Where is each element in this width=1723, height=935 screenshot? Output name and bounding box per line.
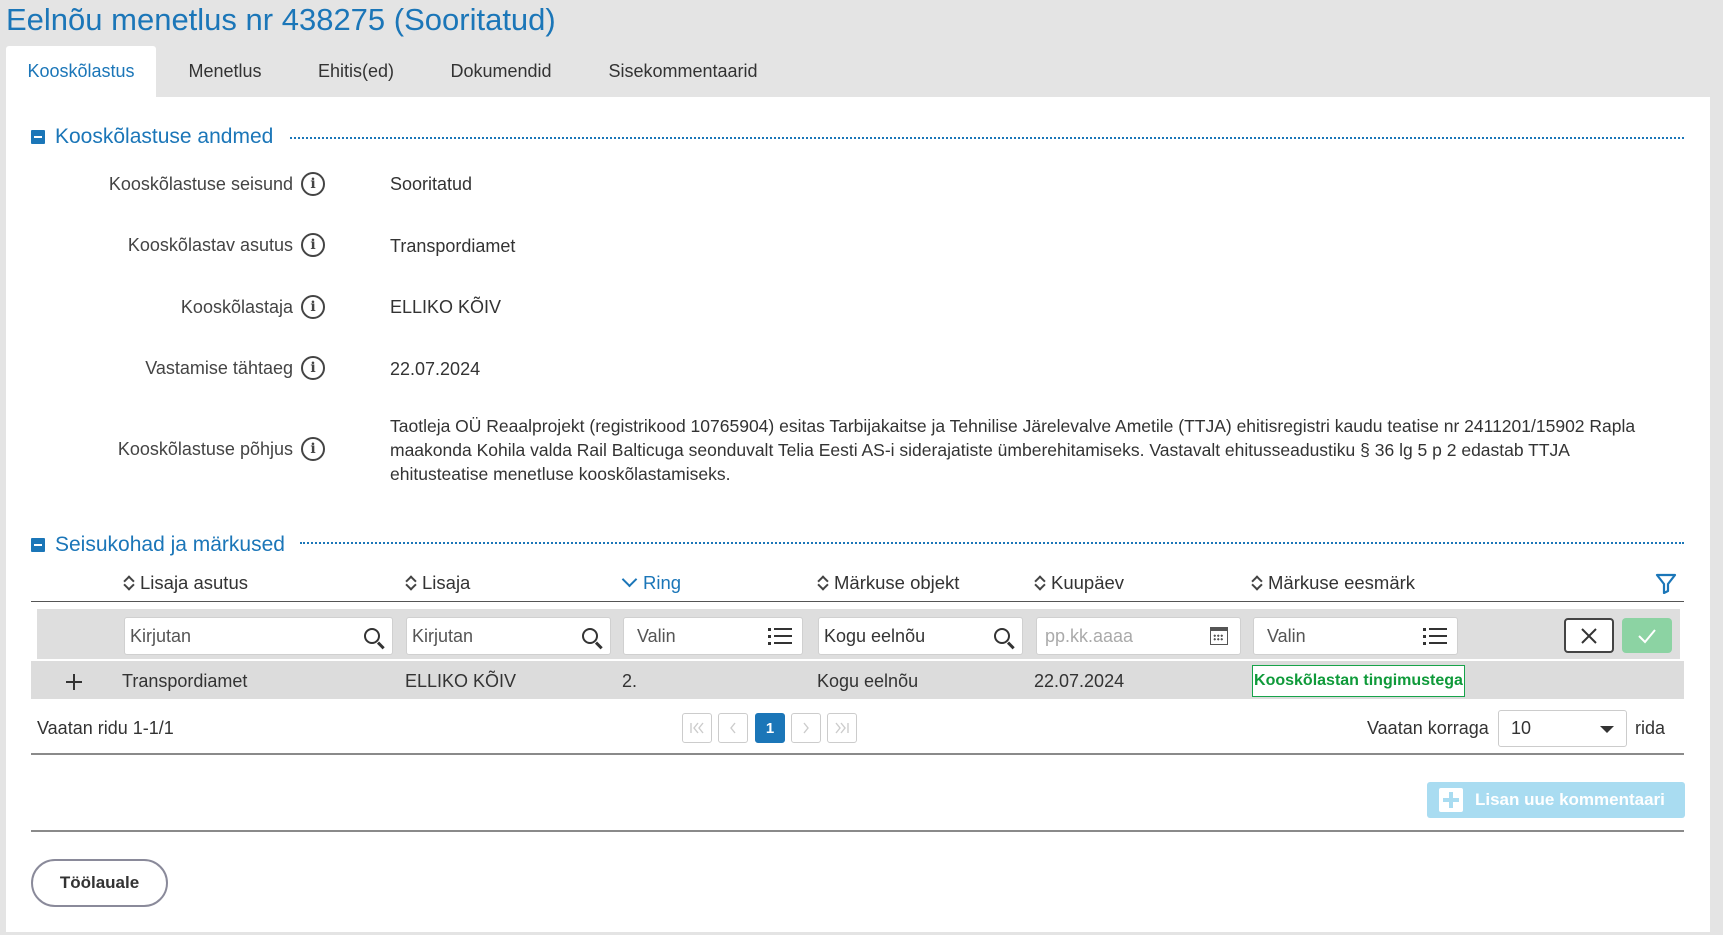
tab-dokumendid[interactable]: Dokumendid — [430, 46, 572, 98]
column-header-markuse-objekt[interactable]: Märkuse objekt — [817, 572, 959, 594]
pager-info: Vaatan ridu 1-1/1 — [37, 718, 174, 738]
chevron-left-icon — [730, 722, 736, 734]
filter-lisaja-input[interactable]: Kirjutan — [406, 617, 611, 655]
collapse-icon[interactable] — [31, 538, 45, 552]
field-label-seisund: Kooskõlastuse seisund i — [109, 172, 325, 196]
clear-filters-button[interactable] — [1564, 618, 1614, 653]
rows-per-page-label: Vaatan korraga — [1367, 718, 1489, 738]
search-icon[interactable] — [994, 628, 1010, 644]
filter-markuse-eesmark-select[interactable]: Valin — [1253, 617, 1458, 655]
next-page-button[interactable] — [791, 713, 821, 743]
list-icon[interactable] — [1423, 627, 1447, 645]
search-icon[interactable] — [582, 628, 598, 644]
page-1-button[interactable]: 1 — [755, 713, 785, 743]
check-icon — [1638, 628, 1656, 643]
sort-icon — [1251, 574, 1263, 592]
last-page-icon — [835, 722, 849, 734]
column-header-kuupaev[interactable]: Kuupäev — [1034, 572, 1124, 594]
tab-menetlus[interactable]: Menetlus — [170, 46, 280, 98]
collapse-icon[interactable] — [31, 130, 45, 144]
tab-sisekommentaarid[interactable]: Sisekommentaarid — [588, 46, 778, 98]
cell-kuupaev: 22.07.2024 — [1034, 671, 1125, 691]
list-icon[interactable] — [768, 627, 792, 645]
column-header-ring[interactable]: Ring — [621, 571, 681, 594]
column-header-lisaja[interactable]: Lisaja — [405, 572, 470, 594]
table-header-divider — [31, 601, 1684, 602]
section-title: Seisukohad ja märkused — [55, 533, 285, 556]
section-divider — [290, 137, 1684, 139]
calendar-icon[interactable] — [1210, 627, 1228, 645]
filter-lisaja-asutus-input[interactable]: Kirjutan — [124, 617, 393, 655]
field-label-tahtaeg: Vastamise tähtaeg i — [145, 356, 325, 380]
plus-icon — [1439, 788, 1463, 812]
to-dashboard-button[interactable]: Töölauale — [31, 859, 168, 907]
cell-markuse-objekt: Kogu eelnõu — [817, 671, 919, 691]
caret-down-icon — [1600, 726, 1614, 733]
field-value-tahtaeg: 22.07.2024 — [390, 359, 481, 379]
cell-lisaja: ELLIKO KÕIV — [405, 671, 517, 691]
table-bottom-divider — [31, 753, 1684, 755]
chevron-right-icon — [803, 722, 809, 734]
sort-icon — [123, 574, 135, 592]
cell-ring: 2. — [622, 671, 638, 691]
section-header-kooskolastuse-andmed: Kooskõlastuse andmed — [31, 125, 273, 149]
sort-icon — [1034, 574, 1046, 592]
filter-kuupaev-input[interactable]: pp.kk.aaaa — [1036, 617, 1241, 655]
filter-icon[interactable] — [1655, 572, 1677, 594]
info-icon[interactable]: i — [301, 356, 325, 380]
field-value-pohjus: Taotleja OÜ Reaalprojekt (registrikood 1… — [390, 416, 1636, 484]
first-page-button[interactable] — [682, 713, 712, 743]
section-title: Kooskõlastuse andmed — [55, 125, 274, 148]
page-title: Eelnõu menetlus nr 438275 (Sooritatud) — [6, 2, 556, 37]
info-icon[interactable]: i — [301, 172, 325, 196]
chevron-down-icon — [621, 571, 638, 588]
apply-filters-button[interactable] — [1622, 618, 1672, 653]
column-header-lisaja-asutus[interactable]: Lisaja asutus — [123, 572, 248, 594]
field-label-asutus: Kooskõlastav asutus i — [128, 233, 325, 257]
sort-icon — [405, 574, 417, 592]
expand-row-icon[interactable] — [64, 672, 84, 692]
filter-ring-select[interactable]: Valin — [623, 617, 803, 655]
field-value-asutus: Transpordiamet — [390, 236, 516, 256]
footer-divider — [31, 830, 1684, 832]
sort-icon — [817, 574, 829, 592]
cell-lisaja-asutus: Transpordiamet — [122, 671, 248, 691]
rows-suffix: rida — [1635, 718, 1666, 738]
close-icon — [1581, 627, 1597, 644]
prev-page-button[interactable] — [718, 713, 748, 743]
tab-kooskolastus[interactable]: Kooskõlastus — [6, 46, 156, 98]
field-value-kooskolastaja: ELLIKO KÕIV — [390, 297, 502, 317]
last-page-button[interactable] — [827, 713, 857, 743]
section-divider — [300, 542, 1684, 544]
add-comment-button[interactable]: Lisan uue kommentaari — [1427, 782, 1685, 818]
info-icon[interactable]: i — [301, 233, 325, 257]
tab-ehitised[interactable]: Ehitis(ed) — [296, 46, 416, 98]
section-header-seisukohad: Seisukohad ja märkused — [31, 533, 285, 557]
first-page-icon — [690, 722, 704, 734]
status-badge: Kooskõlastan tingimustega — [1252, 665, 1465, 697]
field-label-kooskolastaja: Kooskõlastaja i — [181, 295, 325, 319]
field-label-pohjus: Kooskõlastuse põhjus i — [118, 437, 325, 461]
column-header-markuse-eesmark[interactable]: Märkuse eesmärk — [1251, 572, 1415, 594]
rows-per-page-select[interactable]: 10 — [1498, 710, 1627, 747]
filter-markuse-objekt-input[interactable]: Kogu eelnõu — [818, 617, 1023, 655]
field-value-seisund: Sooritatud — [390, 174, 473, 194]
search-icon[interactable] — [364, 628, 380, 644]
info-icon[interactable]: i — [301, 295, 325, 319]
info-icon[interactable]: i — [301, 437, 325, 461]
